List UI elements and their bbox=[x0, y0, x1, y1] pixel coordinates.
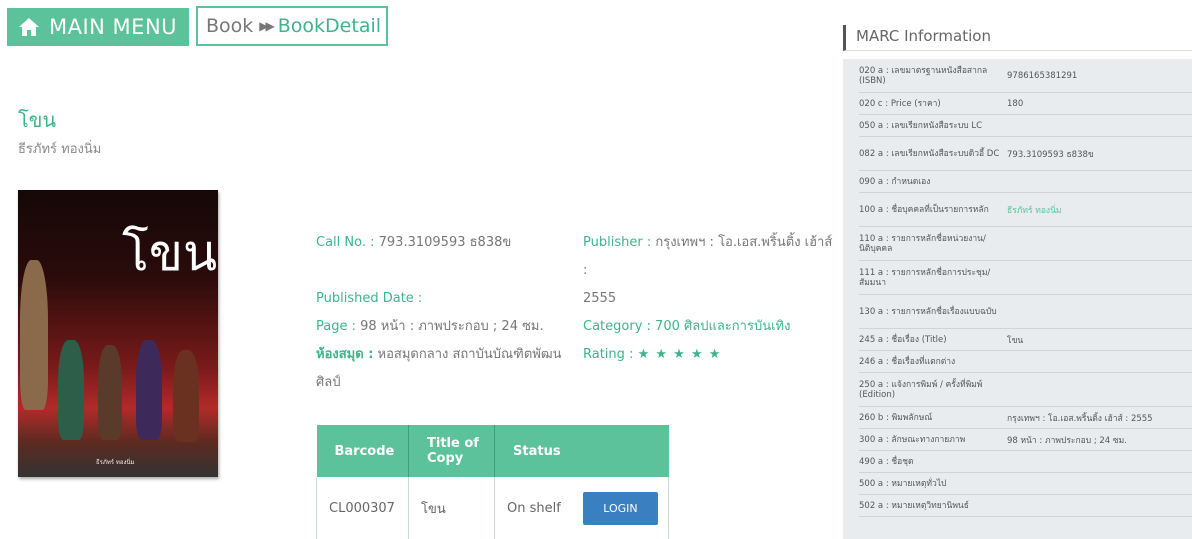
marc-header: MARC Information bbox=[843, 25, 1192, 51]
marc-row: 090 a : กำหนดเอง bbox=[859, 171, 1192, 193]
marc-row: 111 a : รายการหลักชื่อการประชุม/สัมมนา bbox=[859, 261, 1192, 295]
marc-field: 300 a : ลักษณะทางกายภาพ bbox=[859, 434, 966, 445]
breadcrumb-book[interactable]: Book bbox=[206, 15, 253, 37]
status-text: On shelf bbox=[507, 500, 561, 516]
marc-field: 082 a : เลขเรียกหนังสือระบบดิวอี้ DC bbox=[859, 148, 1000, 159]
call-number-row: Call No. : 793.3109593 ธ838ข bbox=[316, 229, 566, 257]
publisher-value-continued: 2555 bbox=[583, 291, 617, 306]
book-author: ธีรภัทร์ ทองนิ่ม bbox=[18, 142, 102, 157]
rating-stars-icon: ★ ★ ★ ★ ★ bbox=[637, 347, 722, 362]
cover-dancer-figure bbox=[58, 340, 84, 440]
rating-row: Rating : ★ ★ ★ ★ ★ bbox=[583, 341, 833, 369]
marc-field: 490 a : ชื่อชุด bbox=[859, 456, 914, 467]
breadcrumb-separator-icon: ▶▶ bbox=[259, 19, 275, 33]
cover-dancer-figure bbox=[98, 345, 122, 440]
publisher-label: Publisher : bbox=[583, 235, 652, 250]
cover-dancer-figure bbox=[173, 350, 199, 442]
main-menu-label: MAIN MENU bbox=[49, 15, 178, 39]
detail-left-column: Call No. : 793.3109593 ธ838ข Published D… bbox=[316, 229, 566, 397]
marc-value: กรุงเทพฯ : โอ.เอส.พริ้นติ้ง เฮ้าส์ : 255… bbox=[1007, 413, 1153, 424]
page-label: Page : bbox=[316, 319, 356, 334]
marc-value: 793.3109593 ธ838ข bbox=[1007, 149, 1094, 160]
book-title: โขน bbox=[18, 108, 57, 132]
page-row: Page : 98 หน้า : ภาพประกอบ ; 24 ซม. bbox=[316, 313, 566, 341]
copies-table-header: Barcode Title of Copy Status bbox=[316, 425, 669, 477]
marc-row: 250 a : แจ้งการพิมพ์ / ครั้งที่พิมพ์ (Ed… bbox=[859, 373, 1192, 407]
breadcrumb: Book ▶▶ BookDetail bbox=[196, 6, 388, 46]
marc-field: 250 a : แจ้งการพิมพ์ / ครั้งที่พิมพ์ (Ed… bbox=[859, 379, 983, 400]
marc-field: 260 b : พิมพลักษณ์ bbox=[859, 412, 933, 423]
page-value: 98 หน้า : ภาพประกอบ ; 24 ซม. bbox=[360, 319, 544, 334]
marc-field: 020 a : เลขมาตรฐานหนังสือสากล (ISBN) bbox=[859, 65, 988, 86]
column-barcode: Barcode bbox=[316, 425, 409, 477]
call-number-value: 793.3109593 ธ838ข bbox=[378, 235, 512, 250]
marc-panel: 020 a : เลขมาตรฐานหนังสือสากล (ISBN) 978… bbox=[843, 59, 1192, 539]
library-row: ห้องสมุด : หอสมุดกลาง สถาบันบัณฑิตพัฒน bbox=[316, 341, 566, 369]
rating-label: Rating : bbox=[583, 347, 634, 362]
marc-field: 100 a : ชื่อบุคคลที่เป็นรายการหลัก bbox=[859, 204, 989, 215]
library-value-continued: ศิลป์ bbox=[316, 375, 341, 390]
marc-value: 98 หน้า : ภาพประกอบ ; 24 ซม. bbox=[1007, 435, 1127, 446]
login-button[interactable]: LOGIN bbox=[582, 491, 658, 525]
publisher-row: Publisher : กรุงเทพฯ : โอ.เอส.พริ้นติ้ง … bbox=[583, 229, 833, 285]
marc-row: 246 a : ชื่อเรื่องที่แตกต่าง bbox=[859, 351, 1192, 373]
marc-field: 020 c : Price (ราคา) bbox=[859, 98, 941, 109]
marc-value: 9786165381291 bbox=[1007, 70, 1078, 81]
table-row: CL000307 โขน On shelf LOGIN bbox=[316, 477, 669, 539]
category-label: Category : bbox=[583, 319, 651, 334]
column-status: Status bbox=[494, 425, 669, 477]
category-value[interactable]: 700 ศิลปและการบันเทิง bbox=[655, 319, 790, 334]
category-row: Category : 700 ศิลปและการบันเทิง bbox=[583, 313, 833, 341]
title-cell: โขน bbox=[421, 501, 446, 517]
cover-dancer-figure bbox=[136, 340, 162, 440]
cover-dancer-figure bbox=[20, 260, 48, 410]
marc-row: 260 b : พิมพลักษณ์ กรุงเทพฯ : โอ.เอส.พริ… bbox=[859, 407, 1192, 429]
marc-field: 246 a : ชื่อเรื่องที่แตกต่าง bbox=[859, 356, 956, 367]
cover-title: โขน bbox=[122, 224, 218, 282]
copies-table: Barcode Title of Copy Status CL000307 โข… bbox=[316, 425, 669, 539]
marc-row: 500 a : หมายเหตุทั่วไป bbox=[859, 473, 1192, 495]
marc-field: 500 a : หมายเหตุทั่วไป bbox=[859, 478, 947, 489]
library-value: หอสมุดกลาง สถาบันบัณฑิตพัฒน bbox=[377, 347, 562, 362]
marc-field: 130 a : รายการหลักชื่อเรื่องแบบฉบับ bbox=[859, 306, 997, 317]
published-date-row: Published Date : bbox=[316, 285, 566, 313]
breadcrumb-bookdetail: BookDetail bbox=[277, 15, 382, 37]
marc-field: 111 a : รายการหลักชื่อการประชุม/สัมมนา bbox=[859, 267, 991, 288]
marc-field: 050 a : เลขเรียกหนังสือระบบ LC bbox=[859, 120, 983, 131]
call-number-label: Call No. : bbox=[316, 235, 375, 250]
marc-row: 300 a : ลักษณะทางกายภาพ 98 หน้า : ภาพประ… bbox=[859, 429, 1192, 451]
published-date-label: Published Date : bbox=[316, 291, 423, 306]
marc-row: 050 a : เลขเรียกหนังสือระบบ LC bbox=[859, 115, 1192, 137]
marc-row: 110 a : รายการหลักชื่อหน่วยงาน/นิติบุคคล bbox=[859, 227, 1192, 261]
main-menu-button[interactable]: MAIN MENU bbox=[7, 8, 189, 46]
marc-field: 110 a : รายการหลักชื่อหน่วยงาน/นิติบุคคล bbox=[859, 233, 986, 254]
marc-field: 090 a : กำหนดเอง bbox=[859, 176, 931, 187]
marc-row: 100 a : ชื่อบุคคลที่เป็นรายการหลัก ธีรภั… bbox=[859, 193, 1192, 227]
marc-field: 245 a : ชื่อเรื่อง (Title) bbox=[859, 334, 947, 345]
cover-author: ธีรภัทร์ ทองนิ่ม bbox=[96, 459, 135, 466]
barcode-cell: CL000307 bbox=[316, 477, 409, 539]
marc-row: 245 a : ชื่อเรื่อง (Title) โขน bbox=[859, 329, 1192, 351]
library-label: ห้องสมุด : bbox=[316, 347, 374, 362]
marc-row: 130 a : รายการหลักชื่อเรื่องแบบฉบับ bbox=[859, 295, 1192, 329]
detail-right-column: Publisher : กรุงเทพฯ : โอ.เอส.พริ้นติ้ง … bbox=[583, 229, 833, 369]
marc-row: 502 a : หมายเหตุวิทยานิพนธ์ bbox=[859, 495, 1192, 517]
home-icon bbox=[19, 18, 39, 36]
marc-value-link[interactable]: ธีรภัทร์ ทองนิ่ม bbox=[1005, 203, 1192, 217]
status-cell: On shelf LOGIN bbox=[494, 477, 669, 539]
marc-field: 502 a : หมายเหตุวิทยานิพนธ์ bbox=[859, 500, 969, 511]
marc-row: 020 a : เลขมาตรฐานหนังสือสากล (ISBN) 978… bbox=[859, 59, 1192, 93]
marc-row: 020 c : Price (ราคา) 180 bbox=[859, 93, 1192, 115]
marc-value: 180 bbox=[1007, 98, 1024, 109]
marc-value: โขน bbox=[1007, 335, 1024, 346]
marc-row: 082 a : เลขเรียกหนังสือระบบดิวอี้ DC 793… bbox=[859, 137, 1192, 171]
marc-row: 490 a : ชื่อชุด bbox=[859, 451, 1192, 473]
book-cover-image: โขน ธีรภัทร์ ทองนิ่ม bbox=[18, 190, 218, 477]
column-title-of-copy: Title of Copy bbox=[408, 425, 495, 477]
